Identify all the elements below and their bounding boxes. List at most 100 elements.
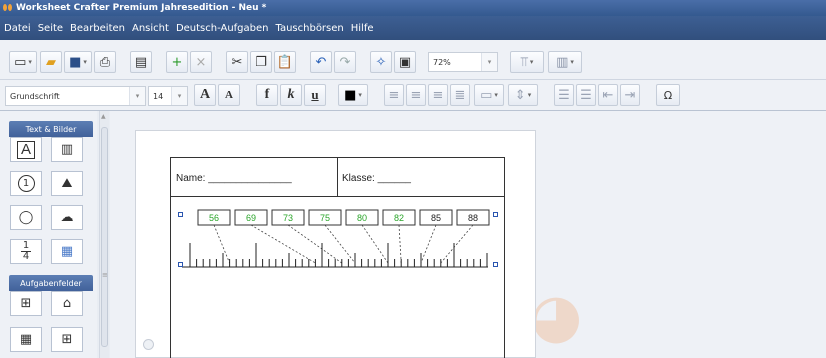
text-box-button[interactable]: ▭ ▾ (474, 84, 504, 106)
text-tool-button[interactable]: A (10, 137, 42, 162)
bullet-list-icon: ☰ (580, 87, 592, 103)
font-family-select[interactable]: Grundschrift ▾ (5, 86, 146, 106)
selection-handle-bottom-left[interactable] (178, 262, 183, 267)
align-left-button[interactable]: ≡ (384, 84, 404, 106)
page-selector-radio[interactable] (143, 339, 154, 350)
special-character-button[interactable]: Ω (656, 84, 680, 106)
undo-button[interactable]: ↶ (310, 51, 332, 73)
number-box-value: 69 (246, 213, 256, 223)
sidebar-scrollbar[interactable]: ▲ ≡ (99, 111, 109, 358)
redo-button[interactable]: ↷ (334, 51, 356, 73)
numbered-list-button[interactable]: ☰ (554, 84, 574, 106)
chevron-down-icon: ▾ (570, 58, 574, 66)
bullet-list-button[interactable]: ☰ (576, 84, 596, 106)
undo-icon: ↶ (315, 54, 327, 70)
zoom-select[interactable]: 72% ▾ (428, 52, 498, 72)
menu-tauschboersen[interactable]: Tauschbörsen (276, 23, 344, 34)
chevron-down-icon: ▾ (494, 91, 498, 99)
numbered-list-icon: ☰ (558, 87, 570, 103)
number-house-roof-button[interactable]: ⌂ (51, 291, 83, 316)
open-button[interactable]: ▰ (40, 51, 62, 73)
align-right-button[interactable]: ≡ (428, 84, 448, 106)
justify-button[interactable]: ≣ (450, 84, 470, 106)
speech-bubble-icon: ◯ (18, 210, 34, 225)
save-button[interactable]: ■ ▾ (64, 51, 92, 73)
menu-hilfe[interactable]: Hilfe (351, 23, 374, 34)
chevron-down-icon: ▾ (529, 58, 534, 66)
tools-icon: ✧ (375, 54, 387, 70)
scrollbar-thumb[interactable] (101, 127, 108, 347)
scissors-icon: ✂ (231, 54, 243, 70)
menu-datei[interactable]: Datei (4, 23, 31, 34)
menu-ansicht[interactable]: Ansicht (132, 23, 169, 34)
selection-handle-top-right[interactable] (493, 212, 498, 217)
menu-bearbeiten[interactable]: Bearbeiten (70, 23, 125, 34)
font-color-button[interactable]: ■ ▾ (338, 84, 368, 106)
cut-button[interactable]: ✂ (226, 51, 248, 73)
outdent-button[interactable]: ⇤ (598, 84, 618, 106)
grid-dense-button[interactable]: ▦ (10, 327, 42, 352)
align-center-button[interactable]: ≡ (406, 84, 426, 106)
chevron-down-icon: ▾ (129, 87, 145, 105)
page-icon: ▤ (134, 54, 148, 70)
delete-page-button[interactable]: × (190, 51, 212, 73)
number-circle-button[interactable]: 1 (10, 171, 42, 196)
align-right-icon: ≡ (432, 87, 444, 103)
paste-button[interactable]: 📋 (274, 51, 296, 73)
table-button[interactable]: ▦ (51, 239, 83, 264)
save-icon: ■ (69, 54, 82, 70)
number-box-value: 73 (283, 213, 293, 223)
italic-label: k (287, 87, 295, 102)
app-logo-icon (3, 4, 13, 12)
bold-button[interactable]: f (256, 84, 278, 106)
tools-button[interactable]: ✧ (370, 51, 392, 73)
name-field: Name: _______________ (176, 173, 292, 184)
text-columns-button[interactable]: ▥ (51, 137, 83, 162)
font-size-select[interactable]: 14 ▾ (148, 86, 188, 106)
text-box-icon: ▭ (480, 87, 493, 103)
indent-button[interactable]: ⇥ (620, 84, 640, 106)
name-class-header[interactable]: Name: _______________ Klasse: ______ (170, 157, 505, 197)
align-top-icon: ⫪ (520, 54, 528, 70)
align-center-icon: ≡ (410, 87, 422, 103)
line-spacing-icon: ⇕ (514, 87, 526, 103)
line-spacing-button[interactable]: ⇕ ▾ (508, 84, 538, 106)
grow-font-label: A (199, 87, 211, 102)
number-box-value: 88 (468, 213, 478, 223)
speech-bubble-button[interactable]: ◯ (10, 205, 42, 230)
italic-button[interactable]: k (280, 84, 302, 106)
number-box-value: 85 (431, 213, 441, 223)
shrink-font-label: A (225, 89, 233, 101)
number-line-exercise[interactable]: 56 69 73 75 80 82 85 88 (170, 205, 505, 275)
add-page-button[interactable]: + (166, 51, 188, 73)
chevron-down-icon: ▾ (481, 53, 497, 71)
number-box-value: 80 (357, 213, 367, 223)
menu-deutsch-aufgaben[interactable]: Deutsch-Aufgaben (176, 23, 269, 34)
print-button[interactable]: ⎙ (94, 51, 116, 73)
distribute-button[interactable]: ▥ ▾ (548, 51, 582, 73)
folder-icon: ▰ (46, 54, 56, 70)
image-button[interactable]: ⛰ (51, 171, 83, 196)
grid-button[interactable]: ⊞ (51, 327, 83, 352)
main-toolbar: ▭ ▾ ▰ ■ ▾ ⎙ ▤ + × ✂ ❐ 📋 ↶ ↷ ✧ ▣ 72% ▾ ⫪ ▾ (0, 40, 826, 80)
shrink-font-button[interactable]: A (218, 84, 240, 106)
solutions-button[interactable]: ▣ (394, 51, 416, 73)
number-house-button[interactable]: ⊞ (10, 291, 42, 316)
redo-icon: ↷ (339, 54, 351, 70)
menu-seite[interactable]: Seite (38, 23, 63, 34)
number-link-line (324, 224, 356, 264)
fraction-button[interactable]: 1 4 (10, 239, 42, 264)
text-tool-icon: A (16, 140, 35, 159)
number-link-line (420, 224, 437, 264)
new-document-button[interactable]: ▭ ▾ (9, 51, 37, 73)
align-top-button[interactable]: ⫪ ▾ (510, 51, 544, 73)
page-view-button[interactable]: ▤ (130, 51, 152, 73)
underline-button[interactable]: u (304, 84, 326, 106)
selection-handle-bottom-right[interactable] (493, 262, 498, 267)
copy-button[interactable]: ❐ (250, 51, 272, 73)
selection-handle-top-left[interactable] (178, 212, 183, 217)
grip-icon: ≡ (102, 271, 108, 279)
thought-bubble-button[interactable]: ☁ (51, 205, 83, 230)
underline-label: u (311, 87, 319, 102)
grow-font-button[interactable]: A (194, 84, 216, 106)
